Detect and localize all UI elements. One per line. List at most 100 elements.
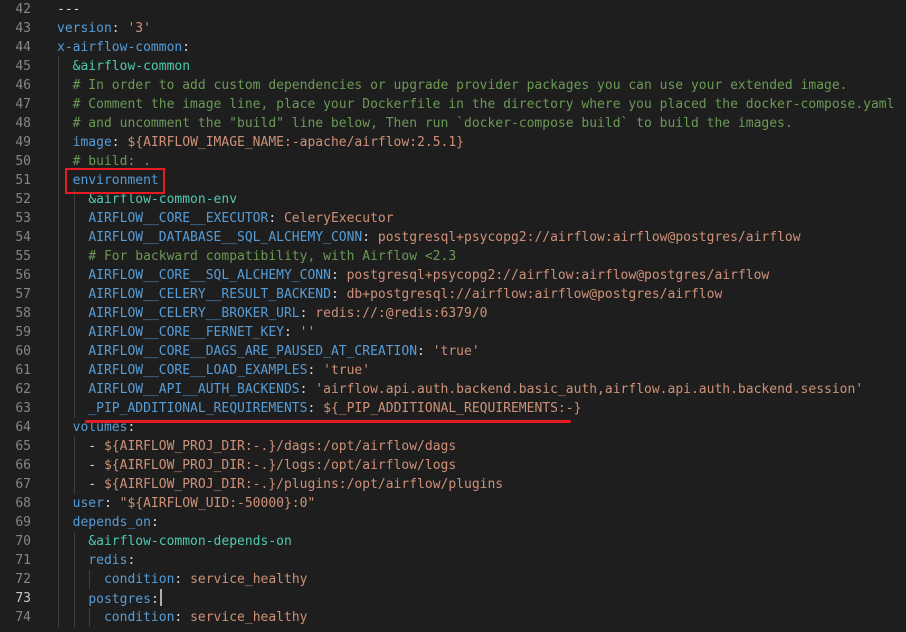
code-text: AIRFLOW__DATABASE__SQL_ALCHEMY_CONN: pos… (57, 228, 801, 247)
code-token: 'true' (432, 344, 480, 359)
line-number: 72 (15, 572, 31, 587)
code-line[interactable]: 67 - ${AIRFLOW_PROJ_DIR:-.}/plugins:/opt… (0, 475, 906, 494)
line-number: 54 (15, 230, 31, 245)
code-token: : (174, 572, 191, 587)
code-token: : (182, 40, 191, 55)
code-line[interactable]: 47 # Comment the image line, place your … (0, 95, 906, 114)
code-token: : (299, 306, 316, 321)
line-number: 50 (15, 154, 31, 169)
line-number: 45 (15, 59, 31, 74)
code-token: : (330, 268, 347, 283)
code-line[interactable]: 59 AIRFLOW__CORE__FERNET_KEY: '' (0, 323, 906, 342)
code-token: ${_PIP_ADDITIONAL_REQUIREMENTS:-} (323, 401, 582, 416)
code-line[interactable]: 72 condition: service_healthy (0, 570, 906, 589)
code-token: AIRFLOW__API__AUTH_BACKENDS (88, 382, 300, 397)
line-number: 63 (15, 401, 31, 416)
code-text: AIRFLOW__CORE__EXECUTOR: CeleryExecutor (57, 209, 394, 228)
line-number: 67 (15, 477, 31, 492)
code-line[interactable]: 68 user: "${AIRFLOW_UID:-50000}:0" (0, 494, 906, 513)
code-token: # and uncomment the "build" line below, … (72, 116, 793, 131)
code-line[interactable]: 43 version: '3' (0, 19, 906, 38)
code-token: : (299, 382, 316, 397)
line-number: 48 (15, 116, 31, 131)
line-number: 69 (15, 515, 31, 530)
code-token: CeleryExecutor (283, 211, 394, 226)
code-line[interactable]: 48 # and uncomment the "build" line belo… (0, 114, 906, 133)
code-line[interactable]: 74 condition: service_healthy (0, 608, 906, 627)
code-line[interactable]: 56 AIRFLOW__CORE__SQL_ALCHEMY_CONN: post… (0, 266, 906, 285)
code-line[interactable]: 46 # In order to add custom dependencies… (0, 76, 906, 95)
line-number: 56 (15, 268, 31, 283)
code-line[interactable]: 55 # For backward compatibility, with Ai… (0, 247, 906, 266)
code-text: &airflow-common (57, 57, 190, 76)
code-token: postgresql+psycopg2://airflow:airflow@po… (377, 230, 801, 245)
code-token: - (57, 477, 104, 492)
code-line[interactable]: 58 AIRFLOW__CELERY__BROKER_URL: redis://… (0, 304, 906, 323)
code-token: AIRFLOW__CORE__EXECUTOR (88, 211, 269, 226)
code-token: : (283, 325, 300, 340)
code-text: AIRFLOW__CELERY__BROKER_URL: redis://:@r… (57, 304, 487, 323)
text-cursor (159, 589, 162, 606)
code-token: : (103, 496, 120, 511)
code-line[interactable]: 73 postgres: (0, 589, 906, 608)
line-number: 71 (15, 553, 31, 568)
code-token: : (127, 553, 136, 568)
code-token: # Comment the image line, place your Doc… (72, 97, 895, 112)
code-text: AIRFLOW__CORE__LOAD_EXAMPLES: 'true' (57, 361, 370, 380)
code-line[interactable]: 69 depends_on: (0, 513, 906, 532)
code-token: &airflow-common-depends-on (88, 534, 292, 549)
code-text: AIRFLOW__CELERY__RESULT_BACKEND: db+post… (57, 285, 722, 304)
code-token: : (268, 211, 284, 226)
code-line[interactable]: 65 - ${AIRFLOW_PROJ_DIR:-.}/dags:/opt/ai… (0, 437, 906, 456)
code-line[interactable]: 44 x-airflow-common: (0, 38, 906, 57)
code-text: AIRFLOW__CORE__SQL_ALCHEMY_CONN: postgre… (57, 266, 769, 285)
code-line[interactable]: 42 --- (0, 0, 906, 19)
code-token: x-airflow-common (57, 40, 183, 55)
code-token: ${AIRFLOW_PROJ_DIR:-.}/plugins:/opt/airf… (103, 477, 504, 492)
code-line[interactable]: 62 AIRFLOW__API__AUTH_BACKENDS: 'airflow… (0, 380, 906, 399)
code-token: depends_on (72, 515, 151, 530)
code-line[interactable]: 57 AIRFLOW__CELERY__RESULT_BACKEND: db+p… (0, 285, 906, 304)
code-editor[interactable]: 42 --- 43 version: '3' 44 x-airflow-common: 45… (0, 0, 906, 632)
line-number: 61 (15, 363, 31, 378)
code-text: # and uncomment the "build" line below, … (57, 114, 793, 133)
code-text: depends_on: (57, 513, 159, 532)
code-line[interactable]: 61 AIRFLOW__CORE__LOAD_EXAMPLES: 'true' (0, 361, 906, 380)
code-line[interactable]: 70 &airflow-common-depends-on (0, 532, 906, 551)
code-text: version: '3' (57, 19, 151, 38)
code-text: --- (57, 0, 80, 19)
code-token: : (174, 610, 191, 625)
code-line[interactable]: 54 AIRFLOW__DATABASE__SQL_ALCHEMY_CONN: … (0, 228, 906, 247)
line-number: 51 (15, 173, 31, 188)
code-token: ${AIRFLOW_PROJ_DIR:-.}/dags:/opt/airflow… (103, 439, 457, 454)
line-number: 60 (15, 344, 31, 359)
code-line[interactable]: 53 AIRFLOW__CORE__EXECUTOR: CeleryExecut… (0, 209, 906, 228)
code-text: _PIP_ADDITIONAL_REQUIREMENTS: ${_PIP_ADD… (57, 399, 581, 418)
code-line[interactable]: 60 AIRFLOW__CORE__DAGS_ARE_PAUSED_AT_CRE… (0, 342, 906, 361)
line-number: 53 (15, 211, 31, 226)
code-line[interactable]: 71 redis: (0, 551, 906, 570)
code-text: postgres: (57, 589, 162, 609)
code-line[interactable]: 45 &airflow-common (0, 57, 906, 76)
code-text: &airflow-common-depends-on (57, 532, 292, 551)
code-token: : (111, 135, 128, 150)
code-token: ${AIRFLOW_PROJ_DIR:-.}/logs:/opt/airflow… (103, 458, 457, 473)
code-token: condition (103, 610, 175, 625)
code-token: AIRFLOW__CELERY__RESULT_BACKEND (88, 287, 331, 302)
code-line[interactable]: 66 - ${AIRFLOW_PROJ_DIR:-.}/logs:/opt/ai… (0, 456, 906, 475)
code-line[interactable]: 63 _PIP_ADDITIONAL_REQUIREMENTS: ${_PIP_… (0, 399, 906, 418)
code-token: AIRFLOW__CORE__LOAD_EXAMPLES (88, 363, 308, 378)
code-line[interactable]: 49 image: ${AIRFLOW_IMAGE_NAME:-apache/a… (0, 133, 906, 152)
